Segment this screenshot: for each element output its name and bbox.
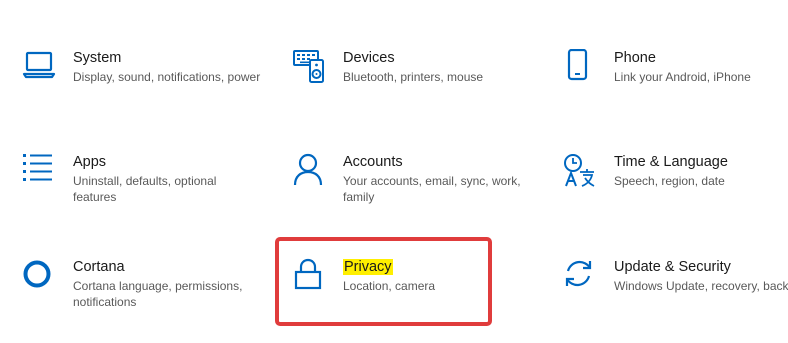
tile-title: Time & Language — [614, 154, 728, 170]
keyboard-speaker-icon — [292, 49, 328, 85]
tile-title: Cortana — [73, 259, 125, 275]
laptop-icon — [22, 49, 58, 85]
tile-cortana[interactable]: Cortana Cortana language, permissions, n… — [22, 258, 262, 338]
tile-title: Apps — [73, 154, 107, 170]
phone-icon — [563, 49, 599, 85]
tile-description: Link your Android, iPhone — [614, 70, 751, 84]
tile-description: Display, sound, notifications, power — [73, 70, 261, 84]
tile-title: Privacy — [343, 258, 533, 277]
tile-title: Update & Security — [614, 259, 731, 275]
tile-title: System — [73, 50, 122, 66]
tile-description: Uninstall, defaults, optional features — [73, 174, 217, 204]
tile-description: Speech, region, date — [614, 174, 725, 188]
tile-phone[interactable]: Phone Link your Android, iPhone — [563, 49, 788, 129]
sync-arrows-icon — [563, 258, 599, 294]
lock-icon — [292, 258, 328, 294]
tile-devices[interactable]: Devices Bluetooth, printers, mouse — [292, 49, 532, 129]
tile-apps[interactable]: Apps Uninstall, defaults, optional featu… — [22, 153, 262, 233]
tile-description: Bluetooth, printers, mouse — [343, 70, 484, 84]
settings-grid: System Display, sound, notifications, po… — [0, 0, 788, 343]
cortana-circle-icon — [22, 258, 58, 294]
search-highlight: Privacy — [343, 259, 393, 275]
tile-title: Phone — [614, 50, 656, 66]
tile-privacy[interactable]: Privacy Location, camera — [292, 258, 532, 338]
tile-accounts[interactable]: Accounts Your accounts, email, sync, wor… — [292, 153, 532, 233]
tile-description: Windows Update, recovery, backup — [614, 279, 788, 293]
tile-description: Your accounts, email, sync, work, family — [343, 174, 521, 204]
tile-description: Location, camera — [343, 279, 436, 293]
tile-description: Cortana language, permissions, notificat… — [73, 279, 243, 309]
person-icon — [292, 153, 328, 189]
tile-title: Devices — [343, 50, 395, 66]
tile-title: Accounts — [343, 154, 403, 170]
tile-time-language[interactable]: Time & Language Speech, region, date — [563, 153, 788, 233]
time-language-icon — [563, 153, 599, 189]
tile-system[interactable]: System Display, sound, notifications, po… — [22, 49, 262, 129]
apps-list-icon — [22, 153, 58, 189]
tile-update-security[interactable]: Update & Security Windows Update, recove… — [563, 258, 788, 338]
